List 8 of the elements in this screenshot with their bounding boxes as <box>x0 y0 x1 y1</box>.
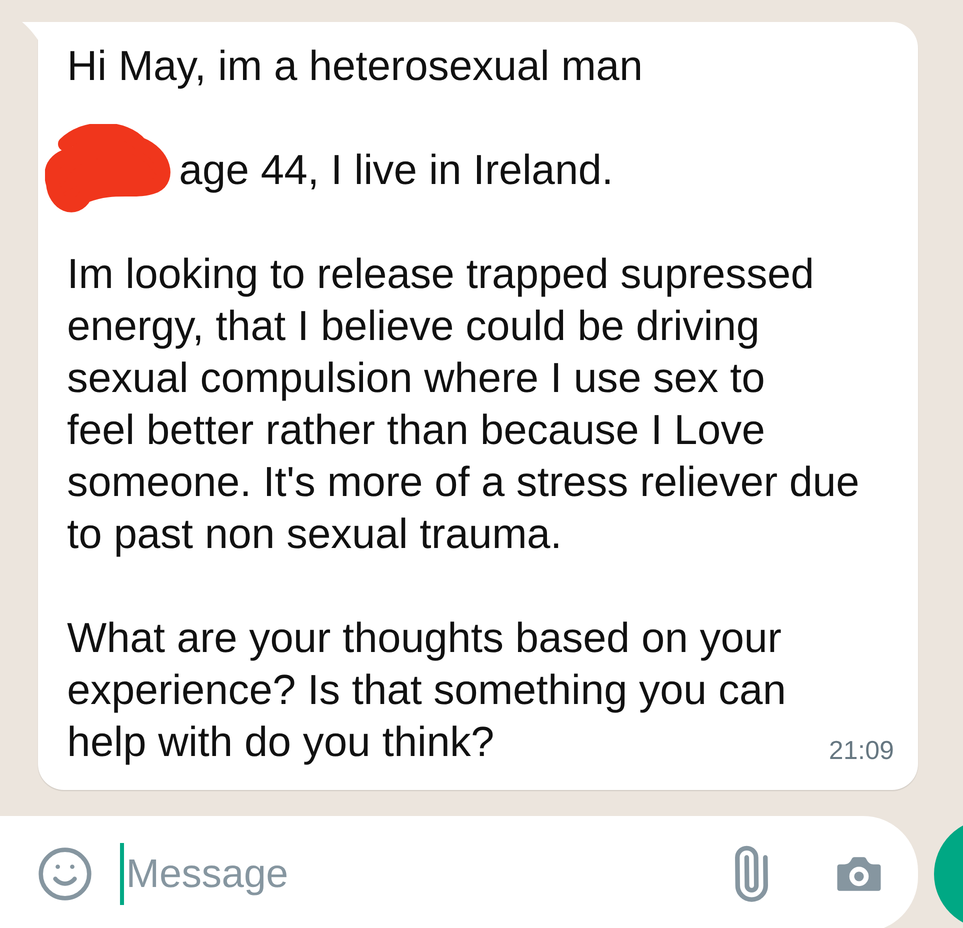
message-text: Hi May, im a heterosexual man <box>67 41 644 91</box>
message-time: 21:09 <box>828 735 894 766</box>
message-field[interactable]: Message <box>0 816 918 928</box>
message-input[interactable]: Message <box>120 843 722 905</box>
message-text: What are your thoughts based on your experience? Is that something you can help with do you think? <box>67 613 786 767</box>
message-text: Im looking to release trapped supressed energy, that I believe could be driving sexual compulsion where I use sex to feel better rather than because I Love someone. It's more of a stress reliever due to past non sexual trauma. <box>67 249 860 559</box>
emoji-icon[interactable] <box>36 845 94 903</box>
message-text: age 44, I live in Ireland. <box>179 145 614 195</box>
